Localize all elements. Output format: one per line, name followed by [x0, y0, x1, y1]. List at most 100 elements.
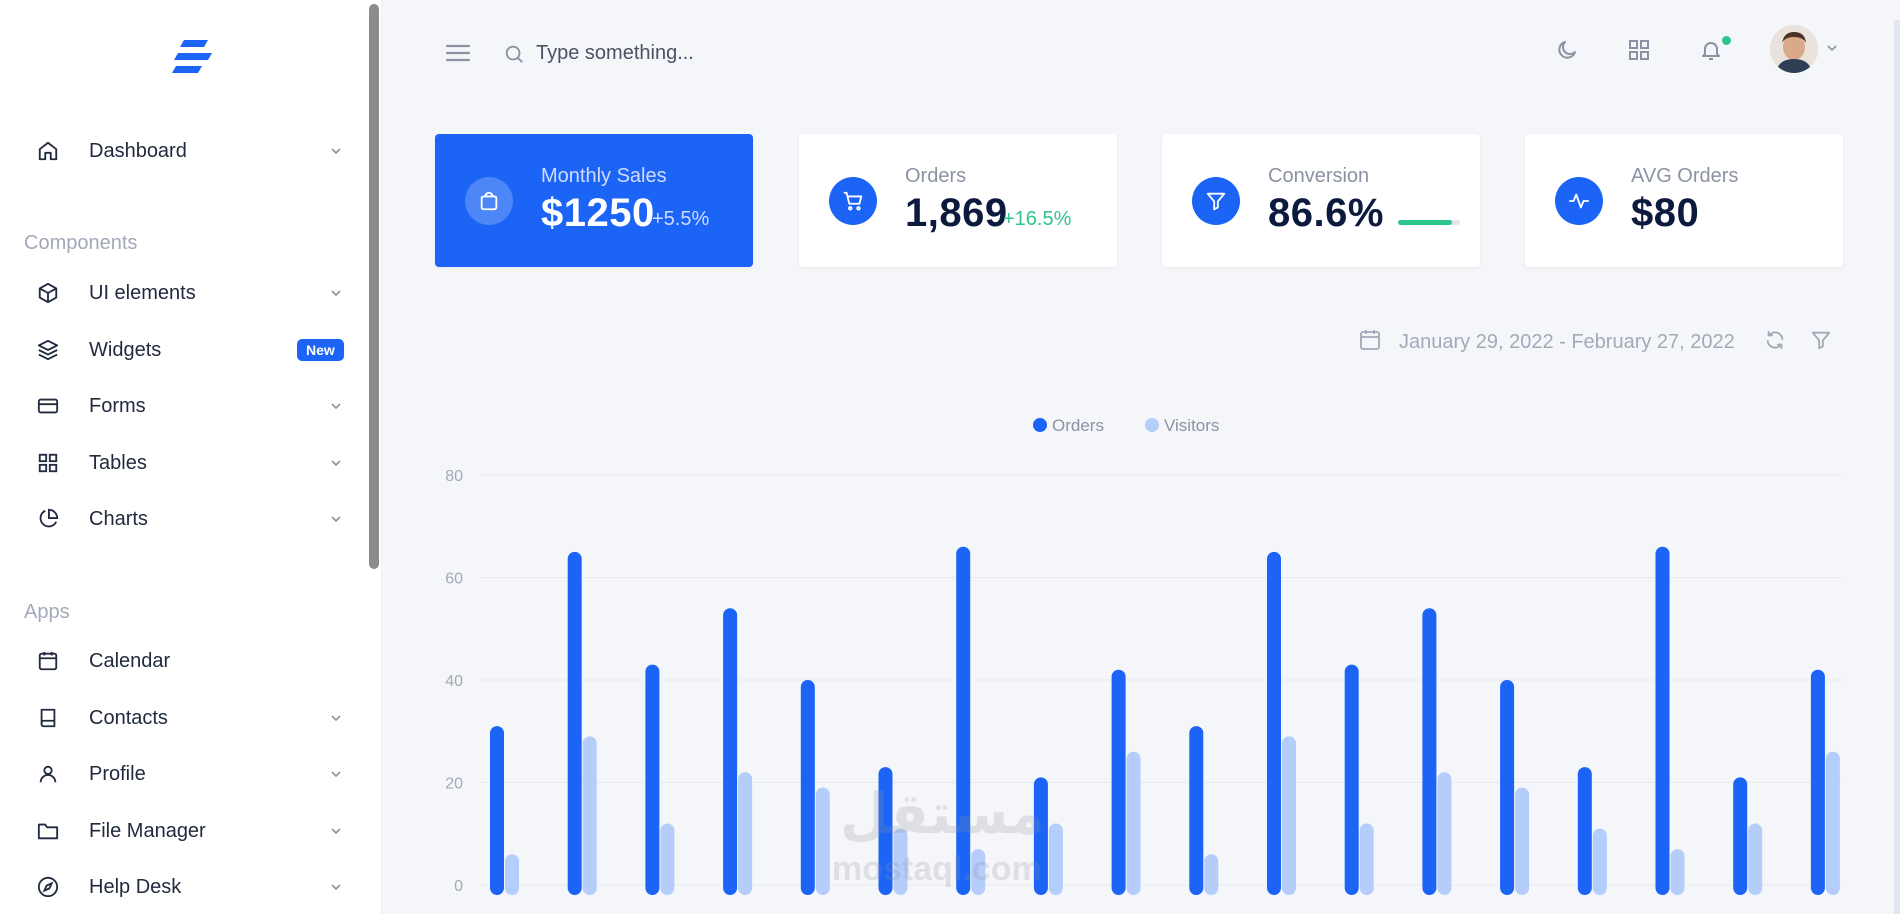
section-title-components: Components	[24, 232, 138, 254]
bar-orders	[490, 726, 504, 895]
moon-icon[interactable]	[1553, 36, 1581, 64]
sidebar-item-profile[interactable]: Profile	[0, 754, 360, 794]
sidebar-item-charts[interactable]: Charts	[0, 499, 360, 539]
stat-value: 1,869	[905, 191, 1008, 235]
section-title-apps: Apps	[24, 601, 70, 623]
bar-orders	[1344, 664, 1359, 895]
stat-value: $80	[1631, 191, 1700, 235]
stat-title: Orders	[905, 165, 967, 187]
bar-orders	[723, 608, 738, 895]
sidebar-item-label: File Manager	[89, 819, 206, 842]
bar-orders	[956, 546, 971, 895]
bar-visitors	[1282, 736, 1296, 895]
sidebar-item-calendar[interactable]: Calendar	[0, 641, 360, 681]
stat-title: Monthly Sales	[541, 165, 667, 187]
sidebar-item-label: Widgets	[89, 338, 162, 361]
page-scrollbar[interactable]	[1894, 20, 1900, 914]
stat-value: $1250	[541, 191, 655, 235]
sidebar-item-ui-elements[interactable]: UI elements	[0, 273, 360, 313]
bar-orders	[878, 767, 893, 895]
bar-visitors	[1359, 823, 1374, 895]
y-tick-label: 20	[445, 776, 463, 793]
legend-marker	[1033, 418, 1047, 432]
bar-visitors	[815, 787, 830, 895]
bar-orders	[1422, 608, 1437, 895]
stat-card-conversion: Conversion 86.6%	[1162, 134, 1480, 267]
layers-icon	[36, 338, 60, 362]
sidebar-item-contacts[interactable]: Contacts	[0, 698, 360, 738]
bar-orders	[800, 680, 815, 895]
sidebar-item-tables[interactable]: Tables	[0, 443, 360, 483]
bar-orders	[1577, 767, 1592, 895]
user-icon	[36, 762, 60, 786]
bar-orders	[1111, 669, 1126, 895]
bar-orders	[1189, 726, 1204, 895]
grid-icon	[36, 451, 60, 475]
stat-card-monthly-sales: Monthly Sales $1250 +5.5%	[435, 134, 753, 267]
search-input[interactable]	[536, 36, 956, 70]
menu-icon[interactable]	[445, 42, 471, 64]
chevron-down-icon	[331, 516, 341, 523]
sidebar-item-label: Charts	[89, 507, 148, 530]
bar-orders	[1733, 777, 1748, 895]
stat-title: Conversion	[1268, 165, 1370, 187]
calendar-icon	[36, 649, 60, 673]
bar-visitors	[1592, 828, 1607, 895]
bar-visitors	[505, 854, 519, 895]
conversion-progress-bar	[1398, 220, 1460, 225]
bar-visitors	[1204, 854, 1219, 895]
sidebar-item-label: Dashboard	[89, 139, 187, 162]
stat-delta: +5.5%	[652, 208, 710, 230]
calendar-icon[interactable]	[1358, 328, 1382, 352]
refresh-icon[interactable]	[1764, 329, 1786, 351]
date-range-picker[interactable]: January 29, 2022 - February 27, 2022	[1399, 331, 1735, 354]
credit-card-icon	[36, 394, 60, 418]
chevron-down-icon	[331, 884, 341, 891]
chevron-down-icon	[331, 460, 341, 467]
filter-icon[interactable]	[1810, 329, 1832, 351]
notification-dot	[1722, 36, 1731, 45]
home-icon	[36, 139, 60, 163]
filter-icon	[1192, 177, 1240, 225]
bar-visitors	[893, 828, 908, 895]
sidebar-item-label: Calendar	[89, 649, 171, 672]
sidebar-item-label: Tables	[89, 451, 147, 474]
chevron-down-icon[interactable]	[1824, 40, 1840, 56]
cube-icon	[36, 281, 60, 305]
apps-grid-icon[interactable]	[1625, 36, 1653, 64]
sidebar-item-widgets[interactable]: Widgets New	[0, 330, 360, 370]
sidebar-item-help-desk[interactable]: Help Desk	[0, 867, 360, 907]
sidebar-item-dashboard[interactable]: Dashboard	[0, 131, 360, 171]
bar-orders	[1267, 551, 1281, 895]
bar-orders	[1655, 546, 1670, 895]
sidebar: Dashboard Components UI elements Widgets…	[0, 0, 382, 914]
activity-icon	[1555, 177, 1603, 225]
brand-logo[interactable]	[172, 38, 212, 76]
stat-delta: +16.5%	[1003, 208, 1072, 230]
life-buoy-icon	[36, 875, 60, 899]
search-icon	[505, 45, 523, 63]
y-tick-label: 40	[445, 673, 463, 690]
sidebar-item-label: Contacts	[89, 706, 168, 729]
bar-visitors	[582, 736, 597, 895]
y-tick-label: 80	[445, 468, 463, 485]
avatar[interactable]	[1770, 25, 1818, 73]
legend-marker	[1145, 418, 1159, 432]
sidebar-item-forms[interactable]: Forms	[0, 386, 360, 426]
sidebar-item-label: Help Desk	[89, 875, 182, 898]
pie-chart-icon	[36, 507, 60, 531]
shopping-cart-icon	[829, 177, 877, 225]
chevron-down-icon	[331, 403, 341, 410]
sidebar-scrollbar[interactable]	[369, 4, 379, 569]
new-badge: New	[297, 339, 344, 361]
y-tick-label: 60	[445, 571, 463, 588]
bar-visitors	[1126, 751, 1141, 895]
chevron-down-icon	[331, 715, 341, 722]
sidebar-item-file-manager[interactable]: File Manager	[0, 811, 360, 851]
stat-card-avg-orders: AVG Orders $80	[1525, 134, 1843, 267]
folder-icon	[36, 819, 60, 843]
sidebar-item-label: UI elements	[89, 281, 196, 304]
bar-orders	[567, 551, 582, 895]
legend-label: Visitors	[1164, 416, 1219, 435]
bell-icon[interactable]	[1697, 36, 1725, 64]
